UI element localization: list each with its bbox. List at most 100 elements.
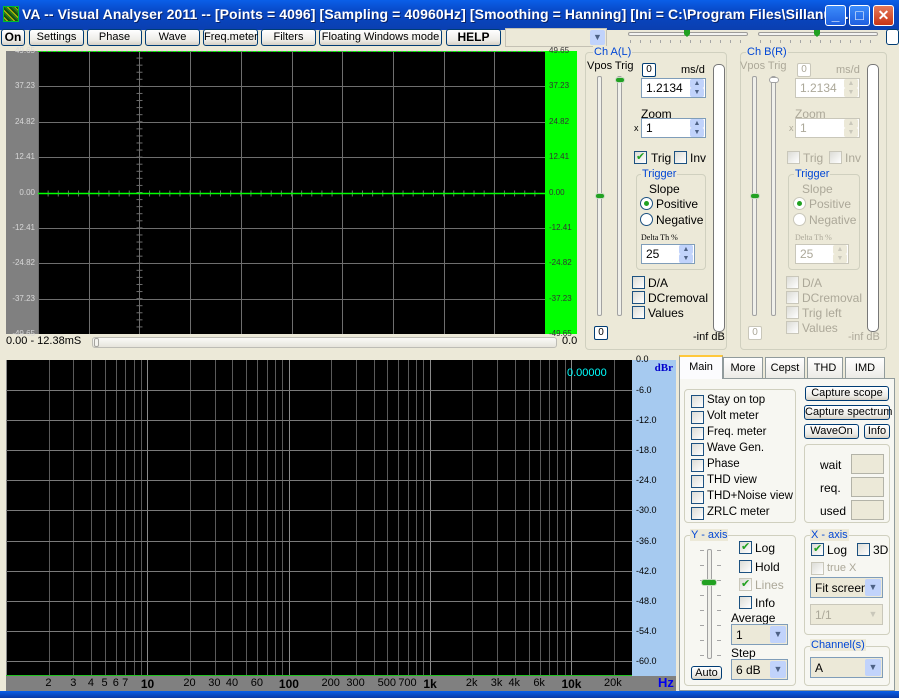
channel-b-inv-checkbox[interactable] bbox=[829, 151, 842, 164]
channel-a-delta-th-input[interactable]: 25 ▲ ▼ bbox=[641, 244, 695, 264]
option-checkbox[interactable] bbox=[691, 411, 704, 424]
vpos-slider-thumb[interactable] bbox=[750, 193, 760, 199]
option-checkbox[interactable] bbox=[691, 427, 704, 440]
x-log-checkbox[interactable] bbox=[811, 542, 824, 556]
help-button[interactable]: HELP bbox=[446, 29, 501, 46]
spin-down-icon[interactable]: ▼ bbox=[844, 128, 858, 137]
spectrum-plot[interactable] bbox=[6, 360, 632, 676]
on-button[interactable]: On bbox=[1, 29, 25, 46]
tab-cepst[interactable]: Cepst bbox=[765, 357, 805, 378]
y-axis-slider[interactable] bbox=[707, 549, 712, 659]
maximize-button[interactable]: □ bbox=[849, 5, 870, 26]
channel-b-trig-checkbox[interactable] bbox=[787, 151, 800, 164]
spin-down-icon[interactable]: ▼ bbox=[679, 254, 693, 263]
x-3d-checkbox[interactable] bbox=[857, 543, 870, 556]
toolbar-extra-button[interactable] bbox=[886, 29, 899, 45]
option-checkbox[interactable] bbox=[691, 443, 704, 456]
floating-windows-button[interactable]: Floating Windows mode bbox=[319, 29, 442, 46]
y-info-checkbox[interactable] bbox=[739, 596, 752, 609]
option-checkbox[interactable] bbox=[691, 491, 704, 504]
channel-b-trig-slider[interactable] bbox=[771, 76, 776, 316]
true-x-checkbox[interactable] bbox=[811, 562, 824, 575]
phase-button[interactable]: Phase bbox=[87, 29, 142, 46]
channel-a-title: Ch A(L) bbox=[593, 46, 633, 58]
tab-thd[interactable]: THD bbox=[807, 357, 843, 378]
auto-button[interactable]: Auto bbox=[691, 666, 722, 680]
channel-a-ms-div-input[interactable]: 1.2134 ▲ ▼ bbox=[641, 78, 706, 98]
spin-down-icon[interactable]: ▼ bbox=[690, 88, 704, 97]
vpos-slider-thumb[interactable] bbox=[595, 193, 605, 199]
scope-right-y-label: 37.23 bbox=[549, 81, 570, 91]
info-button[interactable]: Info bbox=[864, 424, 890, 439]
close-button[interactable]: ✕ bbox=[873, 5, 894, 26]
tab-main[interactable]: Main bbox=[679, 355, 723, 379]
y-hold-checkbox[interactable] bbox=[739, 560, 752, 573]
scope-scrollbar[interactable] bbox=[92, 337, 557, 348]
da-label: D/A bbox=[648, 276, 669, 290]
spin-up-icon[interactable]: ▲ bbox=[690, 79, 704, 88]
wave-on-button[interactable]: WaveOn bbox=[804, 424, 859, 439]
channel-b-trig-left-checkbox[interactable] bbox=[786, 306, 799, 319]
capture-scope-button[interactable]: Capture scope bbox=[805, 386, 889, 401]
channel-a-da-checkbox[interactable] bbox=[632, 276, 645, 289]
spin-down-icon[interactable]: ▼ bbox=[833, 254, 847, 263]
channels-select[interactable]: A ▼ bbox=[810, 657, 883, 678]
step-select[interactable]: 6 dB ▼ bbox=[731, 659, 788, 680]
settings-button[interactable]: Settings bbox=[29, 29, 84, 46]
scope-plot[interactable] bbox=[37, 50, 546, 335]
spin-up-icon[interactable]: ▲ bbox=[679, 245, 693, 254]
spin-up-icon[interactable]: ▲ bbox=[690, 119, 704, 128]
channel-a-zoom-input[interactable]: 1 ▲ ▼ bbox=[641, 118, 706, 138]
tab-imd[interactable]: IMD bbox=[845, 357, 885, 378]
option-checkbox[interactable] bbox=[691, 475, 704, 488]
x-scale-select[interactable]: Fit screen ▼ bbox=[810, 577, 883, 598]
option-checkbox[interactable] bbox=[691, 395, 704, 408]
channel-a-inv-checkbox[interactable] bbox=[674, 151, 687, 164]
channel-b-zoom-input[interactable]: 1 ▲ ▼ bbox=[795, 118, 860, 138]
average-select[interactable]: 1 ▼ bbox=[731, 624, 788, 645]
y-lines-checkbox[interactable] bbox=[739, 577, 752, 591]
app-icon bbox=[3, 6, 19, 22]
channel-b-values-checkbox[interactable] bbox=[786, 321, 799, 334]
channel-b-zero-button[interactable]: 0 bbox=[797, 63, 811, 77]
capture-spectrum-button[interactable]: Capture spectrum bbox=[804, 405, 892, 420]
channel-b-dcremoval-checkbox[interactable] bbox=[786, 291, 799, 304]
minimize-button[interactable]: _ bbox=[825, 5, 846, 26]
trig-slider-thumb[interactable] bbox=[615, 77, 625, 83]
channel-a-trig-slider[interactable] bbox=[617, 76, 622, 316]
option-checkbox[interactable] bbox=[691, 507, 704, 520]
channel-a-negative-radio[interactable] bbox=[640, 213, 653, 226]
spin-up-icon[interactable]: ▲ bbox=[833, 245, 847, 254]
channel-b-ms-div-input[interactable]: 1.2134 ▲ ▼ bbox=[795, 78, 860, 98]
trig-slider-thumb[interactable] bbox=[769, 77, 779, 83]
channel-a-positive-radio[interactable] bbox=[640, 197, 653, 210]
spin-down-icon[interactable]: ▼ bbox=[690, 128, 704, 137]
y-log-checkbox[interactable] bbox=[739, 540, 752, 554]
toolbar-combo[interactable]: ▼ bbox=[505, 28, 607, 47]
option-checkbox[interactable] bbox=[691, 459, 704, 472]
filters-button[interactable]: Filters bbox=[261, 29, 316, 46]
option-label: Stay on top bbox=[707, 394, 766, 406]
scrollbar-thumb[interactable] bbox=[94, 338, 99, 347]
channel-b-gain-slider[interactable] bbox=[758, 28, 878, 46]
spin-up-icon[interactable]: ▲ bbox=[844, 119, 858, 128]
channel-b-vpos-zero-button[interactable]: 0 bbox=[748, 326, 762, 340]
channel-a-gain-slider[interactable] bbox=[628, 28, 748, 46]
channel-a-trig-checkbox[interactable] bbox=[634, 150, 647, 164]
spin-up-icon[interactable]: ▲ bbox=[844, 79, 858, 88]
wave-button[interactable]: Wave bbox=[145, 29, 200, 46]
channel-a-zero-button[interactable]: 0 bbox=[642, 63, 656, 77]
slider-tick bbox=[700, 655, 704, 656]
channel-a-values-checkbox[interactable] bbox=[632, 306, 645, 319]
channel-a-vpos-zero-button[interactable]: 0 bbox=[594, 326, 608, 340]
y-axis-slider-thumb[interactable] bbox=[701, 579, 717, 586]
channel-b-delta-th-input[interactable]: 25 ▲ ▼ bbox=[795, 244, 849, 264]
spin-down-icon[interactable]: ▼ bbox=[844, 88, 858, 97]
channel-a-dcremoval-checkbox[interactable] bbox=[632, 291, 645, 304]
channel-b-positive-radio[interactable] bbox=[793, 197, 806, 210]
tab-more[interactable]: More bbox=[723, 357, 763, 378]
freq-meter-button[interactable]: Freq.meter bbox=[203, 29, 258, 46]
channel-b-da-checkbox[interactable] bbox=[786, 276, 799, 289]
x-ratio-select[interactable]: 1/1 ▼ bbox=[810, 604, 883, 625]
channel-b-negative-radio[interactable] bbox=[793, 213, 806, 226]
